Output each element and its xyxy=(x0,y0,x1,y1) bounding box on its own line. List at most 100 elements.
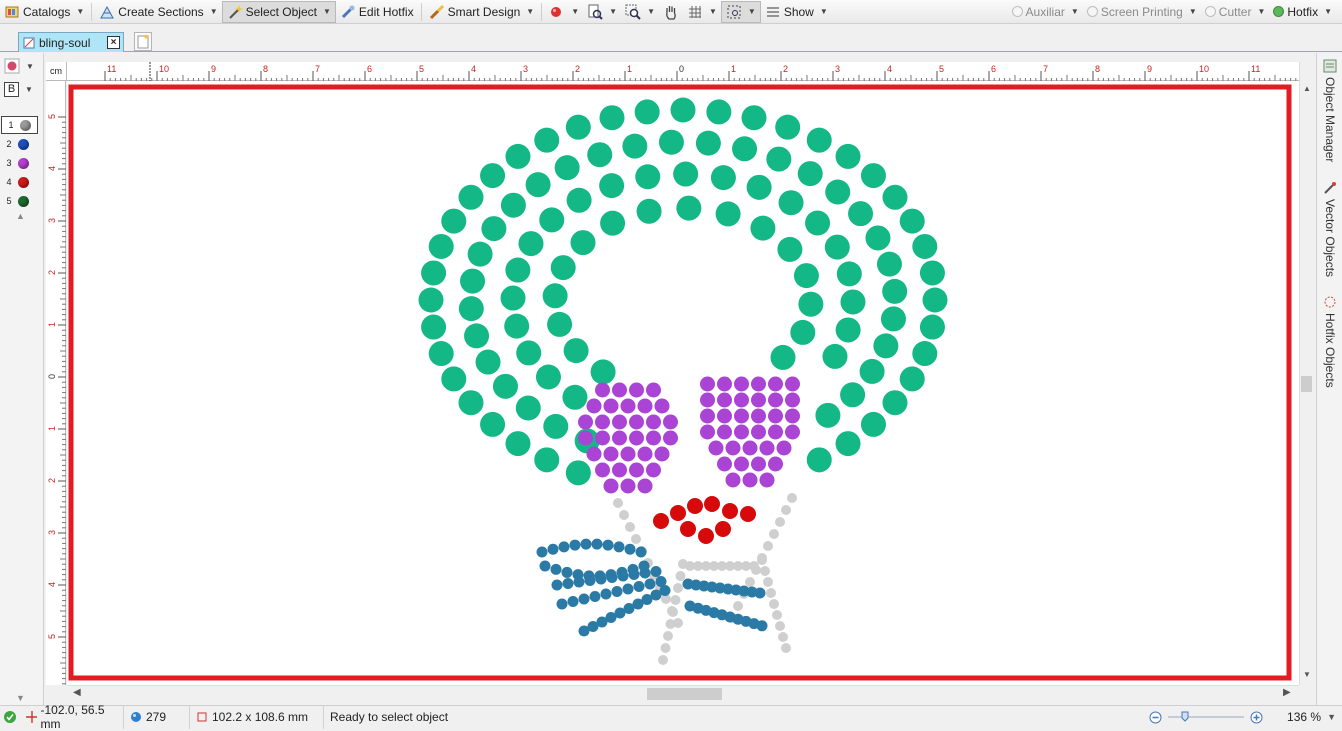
color-swatch xyxy=(18,176,29,188)
ruler-label: 2 xyxy=(47,270,57,275)
horizontal-scroll-thumb[interactable] xyxy=(647,688,722,700)
close-icon[interactable]: × xyxy=(107,36,120,49)
chevron-down-icon[interactable]: ▼ xyxy=(1071,7,1079,16)
vertical-ruler[interactable]: 5 4 3 2 1 0 1 2 3 4 5 xyxy=(46,81,66,685)
scroll-down-icon[interactable]: ▼ xyxy=(16,693,25,703)
horizontal-ruler[interactable]: 11 10 9 8 7 6 5 4 3 2 1 0 1 2 3 4 5 6 7 8 9 10 11 xyxy=(67,62,1299,81)
cutter-mode[interactable]: Cutter ▼ xyxy=(1201,1,1270,23)
eye-stone xyxy=(751,376,766,392)
catalogs-button[interactable]: Catalogs ▼ xyxy=(0,1,88,23)
vertical-scrollbar[interactable]: ▲ ▼ xyxy=(1299,62,1313,685)
smart-design-button[interactable]: Smart Design ▼ xyxy=(425,1,539,23)
chevron-down-icon[interactable]: ▼ xyxy=(647,7,655,16)
eye-stone xyxy=(734,408,749,424)
ruler-label: 3 xyxy=(47,530,57,535)
beard-stone xyxy=(760,566,770,576)
color-item[interactable]: 3 xyxy=(0,154,40,172)
grid-button[interactable]: ▼ xyxy=(683,1,721,23)
bow-stone xyxy=(622,583,634,595)
beard-stone xyxy=(745,577,755,587)
select-object-button[interactable]: Select Object ▼ xyxy=(221,0,336,23)
chevron-down-icon[interactable]: ▼ xyxy=(1189,7,1197,16)
crosshair-icon xyxy=(26,711,37,723)
chevron-down-icon[interactable]: ▼ xyxy=(709,7,717,16)
color-item[interactable]: 2 xyxy=(0,135,40,153)
pan-button[interactable] xyxy=(659,1,683,23)
hand-icon xyxy=(663,4,679,20)
zoom-slider[interactable] xyxy=(1168,711,1245,723)
scroll-up-icon[interactable]: ▲ xyxy=(1303,84,1311,93)
hair-stone xyxy=(599,105,625,131)
vertical-scroll-thumb[interactable] xyxy=(1301,376,1312,392)
chevron-down-icon[interactable]: ▼ xyxy=(571,7,579,16)
chevron-down-icon[interactable]: ▼ xyxy=(1324,7,1332,16)
tab-hotfix-objects[interactable]: Hotfix Objects xyxy=(1321,295,1339,388)
selection-frame-button[interactable]: ▼ xyxy=(720,0,761,23)
tab-vector-objects[interactable]: Vector Objects xyxy=(1321,181,1339,277)
zoom-in-icon[interactable] xyxy=(1250,711,1263,724)
eye-stone xyxy=(717,456,732,472)
cursor-coordinates: -102.0, 56.5 mm xyxy=(20,703,124,731)
ruler-label: 9 xyxy=(211,64,216,74)
eye-stone xyxy=(637,478,653,494)
show-button[interactable]: Show ▼ xyxy=(761,1,832,23)
chevron-down-icon[interactable]: ▼ xyxy=(820,7,828,16)
hair-stone xyxy=(562,384,588,410)
horizontal-scrollbar[interactable]: ◀ ▶ xyxy=(67,685,1299,702)
zoom-page-button[interactable]: ▼ xyxy=(583,1,621,23)
eye-stone xyxy=(646,382,661,398)
chevron-down-icon[interactable]: ▼ xyxy=(210,7,218,16)
eye-stone xyxy=(759,440,775,456)
auxiliar-mode[interactable]: Auxiliar ▼ xyxy=(1008,1,1083,23)
edit-hotfix-button[interactable]: Edit Hotfix xyxy=(336,1,418,23)
chevron-down-icon[interactable]: ▼ xyxy=(25,85,33,94)
tab-bling-soul[interactable]: bling-soul × xyxy=(18,32,124,52)
scroll-right-icon[interactable]: ▶ xyxy=(1283,687,1291,698)
scroll-left-icon[interactable]: ◀ xyxy=(73,687,81,698)
zoom-selection-button[interactable]: ▼ xyxy=(621,1,659,23)
hotfix-mode[interactable]: Hotfix ▼ xyxy=(1269,1,1336,23)
hair-stone xyxy=(732,136,758,162)
zoom-out-icon[interactable] xyxy=(1149,711,1162,724)
hair-stone xyxy=(599,173,625,199)
scroll-up-icon[interactable]: ▲ xyxy=(16,211,25,221)
rhinestone-picker-button[interactable]: ▼ xyxy=(2,57,36,75)
color-swatch xyxy=(20,119,31,131)
select-object-label: Select Object xyxy=(245,4,317,19)
status-bar: -102.0, 56.5 mm 279 102.2 x 108.6 mm Rea… xyxy=(0,703,1342,731)
layer-picker-button[interactable]: B ▼ xyxy=(2,80,35,98)
hair-stone xyxy=(919,314,945,340)
object-manager-icon xyxy=(1323,59,1337,73)
color-item[interactable]: 1 xyxy=(1,116,38,134)
chevron-down-icon[interactable]: ▼ xyxy=(323,7,331,16)
hair-stone xyxy=(534,447,560,473)
new-document-icon xyxy=(137,34,149,49)
hair-stone xyxy=(777,236,803,262)
chevron-down-icon[interactable]: ▼ xyxy=(526,7,534,16)
bow-stone xyxy=(572,569,584,581)
stone-count: 279 xyxy=(124,705,190,729)
color-tool-button[interactable]: ▼ xyxy=(545,1,583,23)
hair-stone xyxy=(882,278,908,304)
tab-object-manager[interactable]: Object Manager xyxy=(1321,59,1339,162)
color-swatch xyxy=(18,195,29,207)
chevron-down-icon[interactable]: ▼ xyxy=(1327,712,1336,722)
eye-stone xyxy=(759,472,775,488)
design-canvas[interactable] xyxy=(67,81,1299,685)
eye-stone xyxy=(700,392,715,408)
create-sections-button[interactable]: Create Sections ▼ xyxy=(95,1,221,23)
screen-printing-mode[interactable]: Screen Printing ▼ xyxy=(1083,1,1201,23)
chevron-down-icon[interactable]: ▼ xyxy=(748,7,756,16)
chevron-down-icon[interactable]: ▼ xyxy=(76,7,84,16)
color-drop-icon xyxy=(549,4,565,20)
status-ok xyxy=(0,706,20,729)
chevron-down-icon[interactable]: ▼ xyxy=(1257,7,1265,16)
chevron-down-icon[interactable]: ▼ xyxy=(26,62,34,71)
new-document-button[interactable] xyxy=(134,32,152,51)
eye-stone xyxy=(734,392,749,408)
chevron-down-icon[interactable]: ▼ xyxy=(609,7,617,16)
scroll-down-icon[interactable]: ▼ xyxy=(1303,670,1311,679)
color-item[interactable]: 5 xyxy=(0,192,40,210)
color-item[interactable]: 4 xyxy=(0,173,40,191)
bow-stone xyxy=(756,620,768,632)
